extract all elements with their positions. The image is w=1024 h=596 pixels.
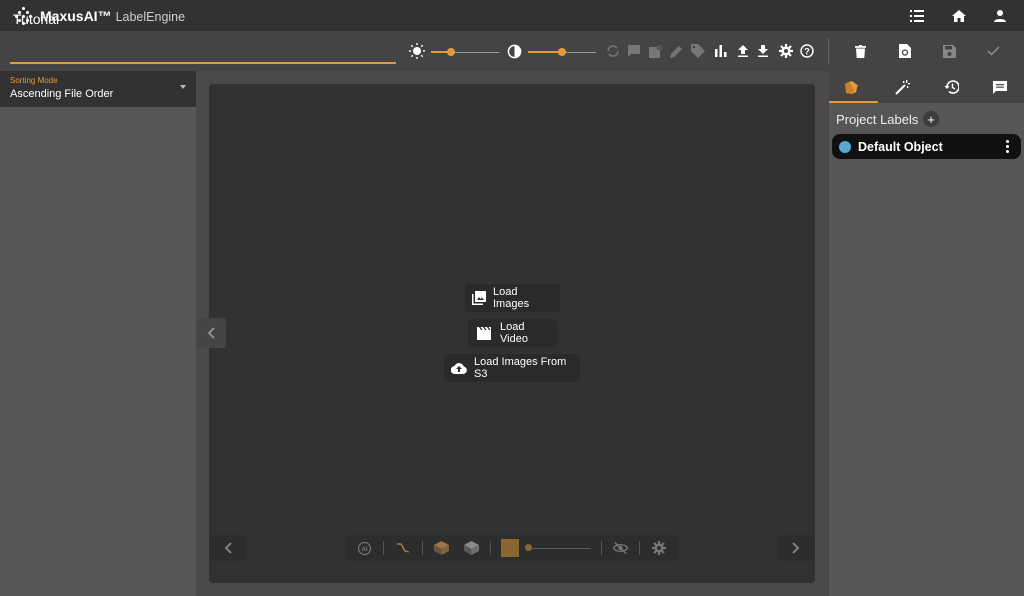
video-clapper-icon xyxy=(477,326,491,340)
load-images-s3-button[interactable]: Load Images From S3 xyxy=(444,354,580,382)
check-icon xyxy=(985,43,1001,59)
home-icon[interactable] xyxy=(952,9,966,22)
label-name: Default Object xyxy=(858,139,943,154)
sync-icon xyxy=(605,43,621,59)
load-images-button[interactable]: Load Images xyxy=(465,284,560,312)
tools-divider xyxy=(383,541,384,555)
cube-gray-icon[interactable] xyxy=(463,540,479,556)
ai-assist-icon[interactable]: AI xyxy=(356,540,372,556)
load-video-label: Load Video xyxy=(500,321,528,345)
prev-image-side-button[interactable] xyxy=(196,318,226,348)
title-underline xyxy=(10,62,396,64)
download-icon[interactable] xyxy=(755,43,771,59)
contrast-icon xyxy=(506,43,522,59)
opacity-slider[interactable] xyxy=(525,544,590,551)
sorting-mode-select[interactable]: Sorting Mode Ascending File Order xyxy=(0,71,196,107)
canvas-tools-bar: AI xyxy=(345,535,679,561)
brightness-slider[interactable] xyxy=(431,48,499,56)
add-label-button[interactable]: + xyxy=(923,111,939,127)
toolbar-divider xyxy=(828,38,829,64)
active-tab-indicator xyxy=(829,101,878,103)
tools-divider xyxy=(490,541,491,555)
label-color-dot xyxy=(839,140,851,153)
brightness-slider-knob[interactable] xyxy=(447,48,455,56)
polyline-icon[interactable] xyxy=(395,540,411,556)
tab-history[interactable] xyxy=(927,71,975,103)
settings-icon[interactable] xyxy=(778,43,794,59)
load-images-label: Load Images xyxy=(493,286,530,310)
file-restore-icon[interactable] xyxy=(897,43,913,59)
label-item[interactable]: Default Object xyxy=(832,134,1021,159)
left-sidebar: Sorting Mode Ascending File Order xyxy=(0,71,196,596)
next-image-button[interactable] xyxy=(777,535,815,561)
upload-icon[interactable] xyxy=(735,43,751,59)
cube-orange-icon[interactable] xyxy=(433,540,449,556)
chat-icon xyxy=(993,80,1007,94)
pencil-icon xyxy=(668,43,684,59)
comment-icon xyxy=(626,43,642,59)
bar-chart-icon[interactable] xyxy=(713,43,729,59)
history-icon xyxy=(944,80,959,94)
labels-tag-icon xyxy=(845,80,861,94)
load-s3-label: Load Images From S3 xyxy=(474,356,567,380)
more-vert-icon[interactable] xyxy=(1006,140,1009,153)
save-icon xyxy=(941,43,957,59)
color-swatch[interactable] xyxy=(501,539,519,557)
list-icon[interactable] xyxy=(910,9,924,22)
tools-divider xyxy=(601,541,602,555)
help-icon[interactable]: ? xyxy=(799,43,815,59)
photo-library-icon xyxy=(472,291,486,305)
delete-icon[interactable] xyxy=(852,43,868,59)
edit-image-icon xyxy=(647,43,663,59)
dropdown-caret-icon xyxy=(180,85,186,89)
tab-comments[interactable] xyxy=(976,71,1024,103)
brightness-icon xyxy=(409,43,425,59)
project-labels-title: Project Labels xyxy=(836,112,919,127)
sorting-mode-label: Sorting Mode xyxy=(10,76,58,85)
svg-text:AI: AI xyxy=(361,547,367,553)
tools-divider xyxy=(422,541,423,555)
visibility-off-icon[interactable] xyxy=(612,540,628,556)
canvas-settings-icon[interactable] xyxy=(651,540,667,556)
cloud-upload-icon xyxy=(451,362,467,374)
magic-wand-icon xyxy=(894,79,910,95)
user-account-icon[interactable] xyxy=(994,9,1006,22)
tab-magic-tools[interactable] xyxy=(878,71,926,103)
tools-divider xyxy=(639,541,640,555)
contrast-slider-knob[interactable] xyxy=(558,48,566,56)
opacity-slider-knob[interactable] xyxy=(525,544,532,551)
tag-icon xyxy=(690,43,706,59)
tab-labels[interactable] xyxy=(829,71,877,103)
load-video-button[interactable]: Load Video xyxy=(468,319,557,347)
project-title-input[interactable]: Tutorial xyxy=(13,11,396,33)
prev-image-button[interactable] xyxy=(209,535,247,561)
panel-tabs xyxy=(829,71,1024,103)
contrast-slider[interactable] xyxy=(528,48,596,56)
sorting-mode-value: Ascending File Order xyxy=(10,88,114,100)
svg-text:?: ? xyxy=(804,47,810,57)
